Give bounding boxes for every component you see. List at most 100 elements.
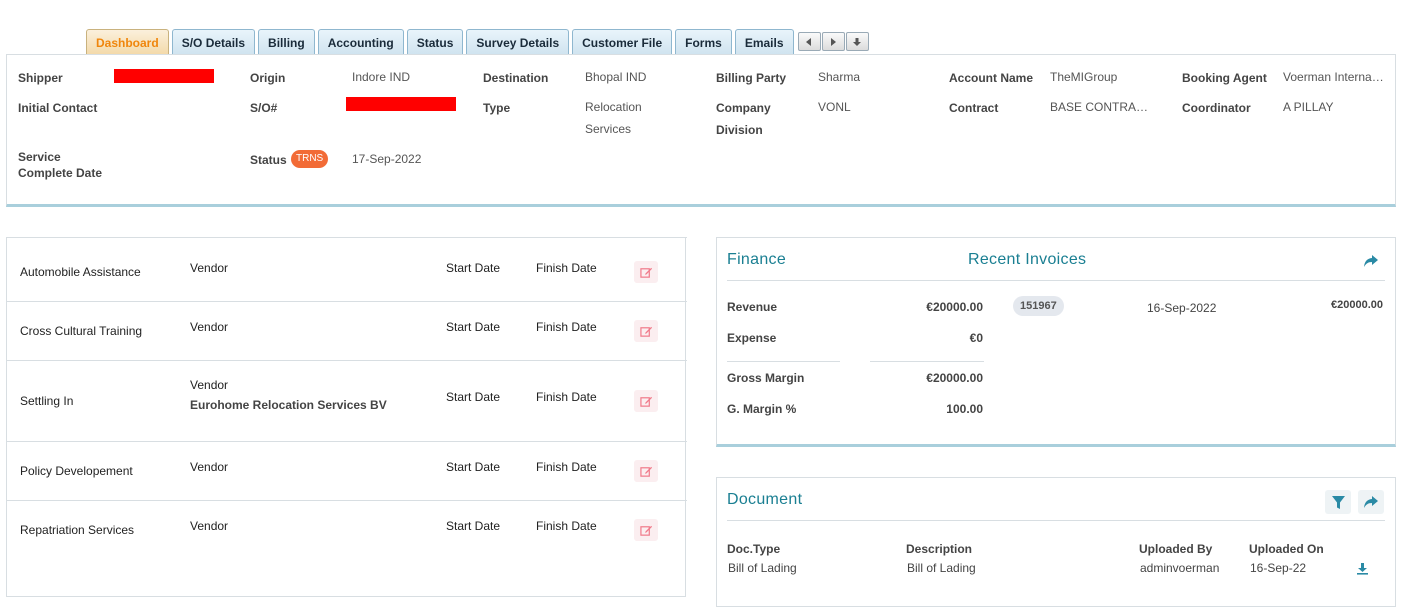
arrow-right-icon (831, 37, 837, 46)
service-row: Settling In Vendor Eurohome Relocation S… (7, 361, 687, 442)
gross-margin-percent-label: G. Margin % (727, 402, 797, 416)
service-finish-date: Finish Date (536, 320, 597, 334)
tab-forms[interactable]: Forms (675, 29, 732, 55)
status-date: 17-Sep-2022 (352, 152, 422, 166)
billing-party-label: Billing Party (716, 71, 787, 85)
vendor-label: Vendor (190, 261, 229, 275)
service-start-date: Start Date (446, 390, 501, 404)
service-vendor: Vendor (190, 258, 228, 278)
tab-status[interactable]: Status (406, 29, 464, 55)
tab-dropdown-button[interactable] (845, 32, 869, 51)
edit-icon (639, 525, 652, 536)
tab-bar: Dashboard S/O Details Billing Accounting… (86, 29, 870, 55)
so-number-redacted (346, 97, 456, 111)
uploaded-on-header: Uploaded On (1249, 542, 1324, 556)
tab-scroll-controls (797, 29, 870, 55)
doc-type-header: Doc.Type (727, 542, 781, 556)
download-icon (1356, 562, 1368, 575)
invoice-amount: €20000.00 (1331, 299, 1383, 311)
so-number-label: S/O# (250, 101, 278, 115)
coordinator-label: Coordinator (1182, 101, 1251, 115)
shipment-summary-panel: Shipper Initial Contact Service Complete… (6, 54, 1396, 207)
uploaded-by-cell: adminvoerman (1140, 561, 1220, 575)
type-label: Type (483, 101, 511, 115)
recent-invoices-title: Recent Invoices (968, 251, 1087, 268)
finance-subtotal-divider-left (727, 361, 840, 362)
finance-title: Finance (727, 251, 787, 268)
vendor-name: Eurohome Relocation Services BV (190, 398, 387, 412)
service-row: Repatriation Services Vendor Start Date … (7, 501, 687, 560)
service-edit-button[interactable] (634, 261, 658, 283)
finance-share-button[interactable] (1359, 249, 1383, 273)
account-name-value: TheMIGroup (1050, 70, 1118, 84)
vendor-label: Vendor (190, 519, 229, 533)
service-name: Settling In (20, 394, 74, 408)
tab-so-details[interactable]: S/O Details (171, 29, 256, 55)
origin-value: Indore IND (352, 70, 411, 84)
status-badge: TRNS (291, 150, 329, 168)
tab-customer-file[interactable]: Customer File (572, 29, 673, 55)
contract-label: Contract (949, 101, 999, 115)
tab-emails[interactable]: Emails (734, 29, 794, 55)
service-start-date: Start Date (446, 261, 501, 275)
service-edit-button[interactable] (634, 390, 658, 412)
edit-icon (639, 396, 652, 407)
gross-margin-value: €20000.00 (926, 371, 983, 385)
share-icon (1364, 496, 1378, 508)
service-vendor: Vendor (190, 317, 228, 337)
tab-billing[interactable]: Billing (258, 29, 315, 55)
service-finish-date: Finish Date (536, 390, 597, 404)
doc-type-cell: Bill of Lading (728, 561, 797, 575)
shipper-value-redacted (114, 69, 214, 83)
account-name-label: Account Name (949, 71, 1034, 85)
gross-margin-label: Gross Margin (727, 371, 805, 385)
service-name: Repatriation Services (20, 523, 135, 537)
tab-scroll-right-button[interactable] (821, 32, 845, 51)
destination-label: Destination (483, 71, 549, 85)
gross-margin-percent-value: 100.00 (946, 402, 983, 416)
service-row: Automobile Assistance Vendor Start Date … (7, 243, 687, 302)
edit-icon (639, 267, 652, 278)
initial-contact-label: Initial Contact (18, 101, 98, 115)
company-division-value: VONL (818, 100, 851, 114)
service-start-date: Start Date (446, 519, 501, 533)
service-complete-date-label: Service Complete Date (18, 150, 103, 180)
vendor-label: Vendor (190, 460, 229, 474)
revenue-value: €20000.00 (926, 300, 983, 314)
destination-value: Bhopal IND (585, 70, 647, 84)
invoice-number-badge[interactable]: 151967 (1013, 296, 1064, 316)
document-share-button[interactable] (1358, 490, 1384, 514)
service-row: Cross Cultural Training Vendor Start Dat… (7, 302, 687, 361)
document-filter-button[interactable] (1325, 490, 1351, 514)
vendor-label: Vendor (190, 378, 229, 392)
uploaded-by-header: Uploaded By (1139, 542, 1213, 556)
service-name: Automobile Assistance (20, 265, 141, 279)
shipper-label: Shipper (18, 71, 63, 85)
booking-agent-value: Voerman Interna… (1283, 70, 1384, 84)
origin-label: Origin (250, 71, 286, 85)
service-vendor: Vendor Eurohome Relocation Services BV (190, 375, 387, 415)
document-header-divider (727, 520, 1385, 521)
document-download-button[interactable] (1350, 556, 1374, 580)
service-edit-button[interactable] (634, 460, 658, 482)
document-title: Document (727, 491, 803, 508)
service-edit-button[interactable] (634, 320, 658, 342)
description-header: Description (906, 542, 973, 556)
service-edit-button[interactable] (634, 519, 658, 541)
service-vendor: Vendor (190, 457, 228, 477)
invoice-date: 16-Sep-2022 (1147, 301, 1217, 315)
expense-label: Expense (727, 331, 777, 345)
tab-accounting[interactable]: Accounting (317, 29, 404, 55)
status-label: Status (250, 153, 287, 167)
filter-icon (1331, 495, 1345, 509)
vendor-label: Vendor (190, 320, 229, 334)
service-row: Policy Developement Vendor Start Date Fi… (7, 442, 687, 501)
service-finish-date: Finish Date (536, 519, 597, 533)
tab-survey-details[interactable]: Survey Details (466, 29, 570, 55)
arrow-down-icon (853, 37, 862, 46)
tab-scroll-left-button[interactable] (797, 32, 821, 51)
type-value: Relocation Services (585, 100, 642, 136)
description-cell: Bill of Lading (907, 561, 976, 575)
service-finish-date: Finish Date (536, 460, 597, 474)
tab-dashboard[interactable]: Dashboard (86, 29, 169, 55)
